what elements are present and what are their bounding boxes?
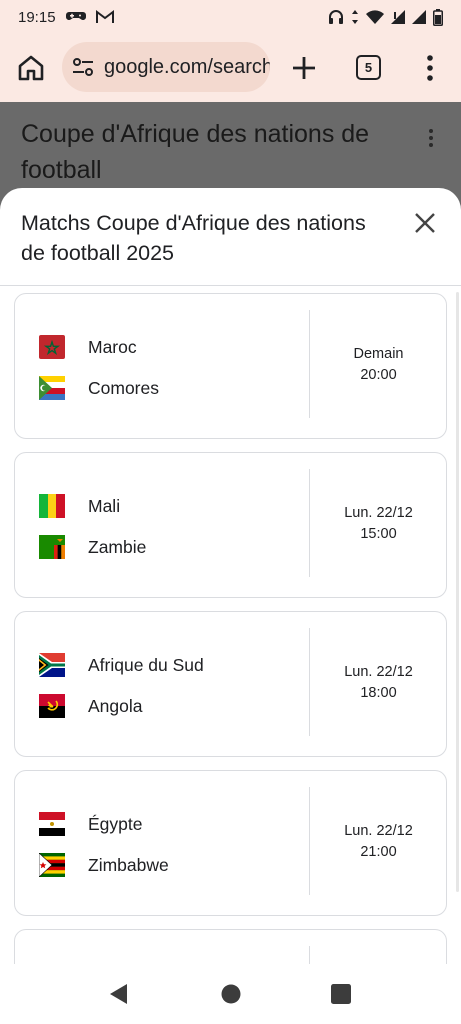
tab-switcher-button[interactable]: 5 bbox=[356, 55, 381, 80]
url-text[interactable]: google.com/search bbox=[104, 56, 270, 79]
matches-bottom-sheet: Matchs Coupe d'Afrique des nations de fo… bbox=[0, 188, 461, 964]
away-team-name: Zambie bbox=[88, 536, 147, 557]
scrollbar[interactable] bbox=[456, 292, 459, 892]
comoros-flag-icon bbox=[39, 376, 65, 400]
home-circle-icon[interactable] bbox=[219, 982, 243, 1006]
gmail-icon bbox=[95, 10, 114, 23]
home-team-row: Afrique du Sud bbox=[39, 652, 204, 678]
status-bar: 19:15 bbox=[0, 0, 461, 34]
away-team-name: Angola bbox=[88, 695, 143, 716]
data-arrows-icon bbox=[352, 10, 358, 24]
card-divider bbox=[309, 469, 310, 577]
match-card[interactable] bbox=[14, 929, 447, 964]
signal-alert-icon bbox=[391, 10, 405, 24]
battery-icon bbox=[433, 8, 443, 26]
browser-toolbar: google.com/search 5 bbox=[0, 34, 461, 102]
match-card[interactable]: Maroc Comores Demain 20:00 bbox=[14, 293, 447, 439]
sheet-divider bbox=[0, 285, 461, 286]
match-time: 20:00 bbox=[360, 367, 397, 383]
page-title: Coupe d'Afrique des nations de football bbox=[21, 120, 370, 184]
away-team-name: Zimbabwe bbox=[88, 854, 169, 875]
more-menu-icon[interactable] bbox=[420, 53, 440, 83]
headphones-icon bbox=[329, 10, 343, 24]
match-datetime: Lun. 22/12 21:00 bbox=[311, 821, 446, 863]
match-time: 15:00 bbox=[360, 526, 397, 542]
zambia-flag-icon bbox=[39, 535, 65, 559]
new-tab-icon[interactable] bbox=[290, 54, 318, 82]
match-datetime: Demain 20:00 bbox=[311, 344, 446, 386]
home-team-name: Afrique du Sud bbox=[88, 654, 204, 675]
match-time: 18:00 bbox=[360, 685, 397, 701]
home-team-name: Maroc bbox=[88, 336, 137, 357]
match-date: Lun. 22/12 bbox=[344, 505, 413, 521]
match-time: 21:00 bbox=[360, 844, 397, 860]
page-more-icon[interactable] bbox=[428, 128, 434, 148]
sheet-title: Matchs Coupe d'Afrique des nations de fo… bbox=[21, 211, 366, 265]
away-team-row: Zambie bbox=[39, 534, 146, 560]
zimbabwe-flag-icon bbox=[39, 853, 65, 877]
card-divider bbox=[309, 787, 310, 895]
match-date: Lun. 22/12 bbox=[344, 664, 413, 680]
system-nav-bar bbox=[0, 964, 461, 1024]
away-team-name: Comores bbox=[88, 377, 159, 398]
home-team-name: Mali bbox=[88, 495, 121, 516]
match-date: Demain bbox=[353, 346, 404, 362]
wifi-icon bbox=[366, 9, 384, 24]
signal-icon bbox=[412, 10, 426, 24]
match-date: Lun. 22/12 bbox=[344, 823, 413, 839]
close-icon[interactable] bbox=[412, 210, 438, 236]
angola-flag-icon bbox=[39, 694, 65, 718]
home-team-name: Égypte bbox=[88, 813, 143, 834]
morocco-flag-icon bbox=[39, 335, 65, 359]
back-icon[interactable] bbox=[107, 982, 131, 1006]
recents-icon[interactable] bbox=[329, 982, 353, 1006]
away-team-row: Angola bbox=[39, 693, 143, 719]
status-time: 19:15 bbox=[18, 8, 56, 26]
match-card[interactable]: Afrique du Sud Angola Lun. 22/12 18:00 bbox=[14, 611, 447, 757]
address-bar[interactable]: google.com/search bbox=[62, 42, 270, 92]
away-team-row: Comores bbox=[39, 375, 159, 401]
south-africa-flag-icon bbox=[39, 653, 65, 677]
site-settings-icon[interactable] bbox=[72, 56, 94, 78]
card-divider bbox=[309, 946, 310, 964]
gamepad-icon bbox=[65, 12, 86, 20]
tab-count: 5 bbox=[364, 60, 373, 75]
home-team-row: Maroc bbox=[39, 334, 137, 360]
match-datetime: Lun. 22/12 15:00 bbox=[311, 503, 446, 545]
mali-flag-icon bbox=[39, 494, 65, 518]
match-datetime: Lun. 22/12 18:00 bbox=[311, 662, 446, 704]
egypt-flag-icon bbox=[39, 812, 65, 836]
card-divider bbox=[309, 310, 310, 418]
match-card[interactable]: Égypte Zimbabwe Lun. 22/12 21:00 bbox=[14, 770, 447, 916]
match-card[interactable]: Mali Zambie Lun. 22/12 15:00 bbox=[14, 452, 447, 598]
card-divider bbox=[309, 628, 310, 736]
home-icon[interactable] bbox=[16, 53, 46, 83]
away-team-row: Zimbabwe bbox=[39, 852, 169, 878]
home-team-row: Égypte bbox=[39, 811, 142, 837]
home-team-row: Mali bbox=[39, 493, 120, 519]
